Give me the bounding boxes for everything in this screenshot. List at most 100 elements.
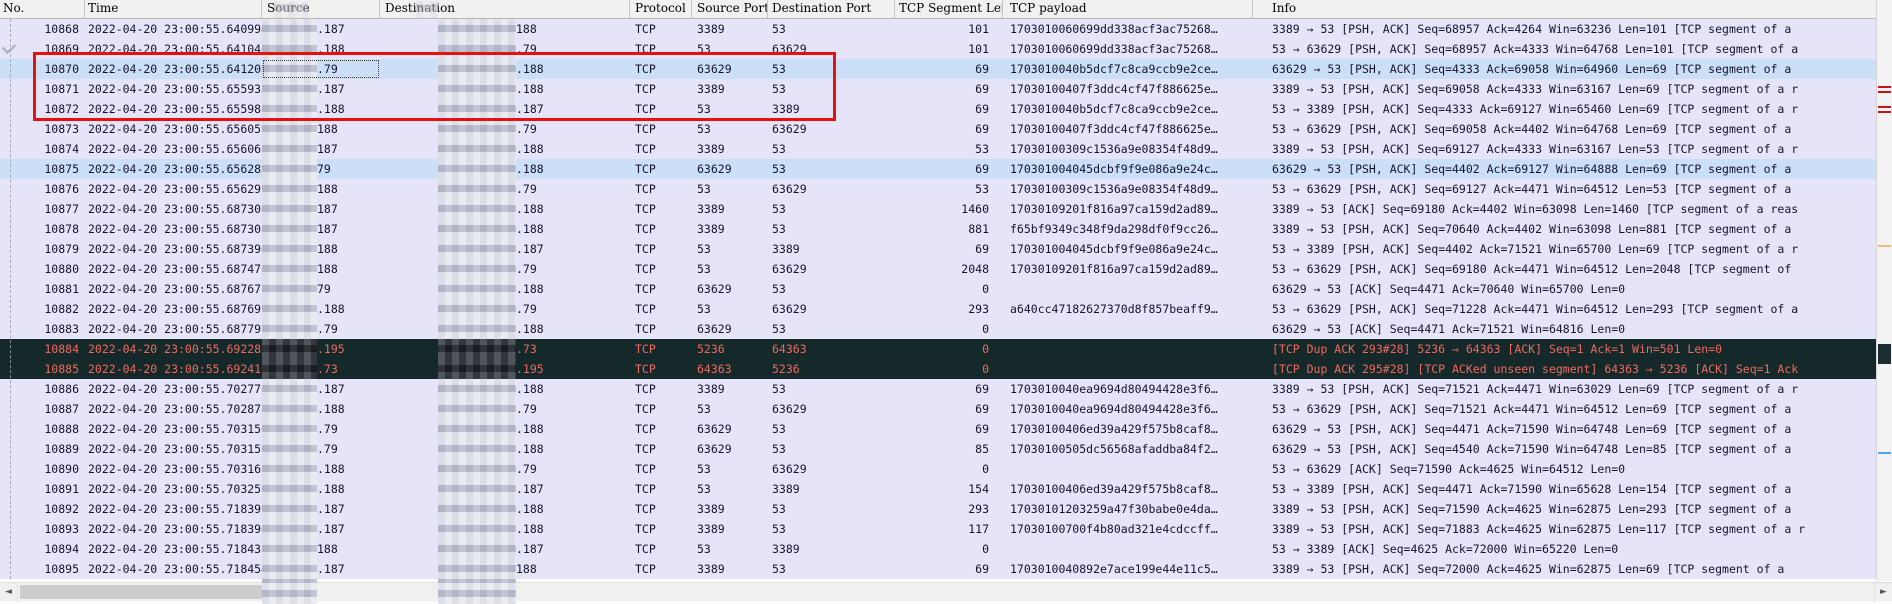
packet-protocol: TCP <box>630 479 692 499</box>
packet-source-cell: .79 <box>262 419 380 439</box>
source-ip-suffix: .79 <box>317 319 338 339</box>
packet-protocol: TCP <box>630 459 692 479</box>
redacted-source-ip <box>262 359 317 379</box>
column-header-sport[interactable]: Source Port <box>692 0 768 18</box>
column-header-dport[interactable]: Destination Port <box>768 0 895 18</box>
destination-ip-suffix: .188 <box>516 219 544 239</box>
packet-destination-port: 53 <box>768 319 895 339</box>
packet-source-cell: .188 <box>262 479 380 499</box>
packet-row[interactable]: 10879 2022-04-20 23:00:55.687396 188 .18… <box>0 239 1892 259</box>
packet-row[interactable]: 10882 2022-04-20 23:00:55.687692 .188 .7… <box>0 299 1892 319</box>
packet-destination-port: 63629 <box>768 299 895 319</box>
packet-row[interactable]: 10885 2022-04-20 23:00:55.692411 .73 .19… <box>0 359 1892 379</box>
packet-row[interactable]: 10893 2022-04-20 23:00:55.718396 .187 .1… <box>0 519 1892 539</box>
packet-destination-cell: .79 <box>380 259 630 279</box>
column-header-seglen[interactable]: TCP Segment Len <box>895 0 1003 18</box>
packet-row[interactable]: 10877 2022-04-20 23:00:55.687308 187 .18… <box>0 199 1892 219</box>
packet-destination-port: 53 <box>768 499 895 519</box>
redacted-destination-ip <box>438 119 516 139</box>
packet-row[interactable]: 10881 2022-04-20 23:00:55.687671 79 .188… <box>0 279 1892 299</box>
redacted-destination-ip <box>438 279 516 299</box>
packet-row[interactable]: 10875 2022-04-20 23:00:55.656282 79 .188… <box>0 159 1892 179</box>
packet-time: 2022-04-20 23:00:55.703150 <box>85 419 262 439</box>
packet-source-port: 3389 <box>692 379 768 399</box>
packet-time: 2022-04-20 23:00:55.656065 <box>85 139 262 159</box>
scroll-right-arrow-icon[interactable]: ► <box>1874 583 1892 602</box>
scroll-left-arrow-icon[interactable]: ◄ <box>0 583 18 602</box>
horizontal-scrollbar-thumb[interactable] <box>20 585 268 599</box>
packet-tcp-payload: 1703010040b5dcf7c8ca9ccb9e2ce… <box>1003 59 1253 79</box>
source-ip-suffix: .73 <box>317 359 338 379</box>
packet-row[interactable]: 10868 2022-04-20 23:00:55.640994 .187 18… <box>0 19 1892 39</box>
packet-row[interactable]: 10892 2022-04-20 23:00:55.718396 .187 .1… <box>0 499 1892 519</box>
column-header-info[interactable]: Info <box>1253 0 1892 18</box>
scrollbar-dark-rows-marker <box>1878 344 1891 364</box>
column-header-proto[interactable]: Protocol <box>630 0 692 18</box>
packet-row[interactable]: 10876 2022-04-20 23:00:55.656292 188 .79… <box>0 179 1892 199</box>
destination-ip-suffix: .188 <box>516 279 544 299</box>
packet-info: 3389 → 53 [ACK] Seq=69180 Ack=4402 Win=6… <box>1253 199 1798 219</box>
packet-protocol: TCP <box>630 439 692 459</box>
packet-info: 63629 → 53 [PSH, ACK] Seq=4402 Ack=69127… <box>1253 159 1791 179</box>
packet-source-port: 3389 <box>692 19 768 39</box>
packet-destination-cell: .79 <box>380 399 630 419</box>
packet-protocol: TCP <box>630 559 692 579</box>
packet-row[interactable]: 10887 2022-04-20 23:00:55.702878 .188 .7… <box>0 399 1892 419</box>
redacted-destination-ip <box>438 259 516 279</box>
column-header-time[interactable]: Time <box>85 0 262 18</box>
packet-info: 53 → 3389 [PSH, ACK] Seq=4333 Ack=69127 … <box>1253 99 1798 119</box>
packet-segment-length: 101 <box>895 19 1003 39</box>
packet-row[interactable]: 10884 2022-04-20 23:00:55.692283 .195 .7… <box>0 339 1892 359</box>
packet-segment-length: 69 <box>895 79 1003 99</box>
packet-source-port: 63629 <box>692 439 768 459</box>
scrollbar-bad-tcp-marker <box>1878 86 1891 88</box>
packet-source-port: 63629 <box>692 279 768 299</box>
redacted-source-ip <box>262 499 317 519</box>
packet-info: 63629 → 53 [ACK] Seq=4471 Ack=71521 Win=… <box>1253 319 1625 339</box>
packet-number: 10893 <box>0 519 85 539</box>
source-ip-suffix: 187 <box>317 219 338 239</box>
vertical-scrollbar[interactable] <box>1876 0 1892 581</box>
destination-ip-suffix: .188 <box>516 379 544 399</box>
column-header-payload[interactable]: TCP payload <box>1003 0 1253 18</box>
packet-row[interactable]: 10878 2022-04-20 23:00:55.687308 187 .18… <box>0 219 1892 239</box>
packet-time: 2022-04-20 23:00:55.703165 <box>85 459 262 479</box>
packet-row[interactable]: 10883 2022-04-20 23:00:55.687797 .79 .18… <box>0 319 1892 339</box>
packet-destination-port: 53 <box>768 559 895 579</box>
packet-row[interactable]: 10873 2022-04-20 23:00:55.656059 188 .79… <box>0 119 1892 139</box>
packet-destination-port: 53 <box>768 279 895 299</box>
packet-tcp-payload: 170301004045dcbf9f9e086a9e24c… <box>1003 239 1253 259</box>
packet-row[interactable]: 10891 2022-04-20 23:00:55.703250 .188 .1… <box>0 479 1892 499</box>
packet-info: 3389 → 53 [PSH, ACK] Seq=71590 Ack=4625 … <box>1253 499 1791 519</box>
packet-tcp-payload: 17030100309c1536a9e08354f48d9… <box>1003 179 1253 199</box>
packet-tcp-payload: 17030100407f3ddc4cf47f886625e… <box>1003 119 1253 139</box>
packet-source-port: 53 <box>692 459 768 479</box>
packet-row[interactable]: 10880 2022-04-20 23:00:55.687470 188 .79… <box>0 259 1892 279</box>
packet-info: 53 → 63629 [PSH, ACK] Seq=69180 Ack=4471… <box>1253 259 1791 279</box>
column-header-no[interactable]: No. <box>0 0 85 18</box>
packet-row[interactable]: 10894 2022-04-20 23:00:55.718435 188 .18… <box>0 539 1892 559</box>
packet-row[interactable]: 10895 2022-04-20 23:00:55.718454 .187 18… <box>0 559 1892 579</box>
packet-source-cell: 188 <box>262 239 380 259</box>
destination-ip-suffix: .79 <box>516 299 537 319</box>
packet-source-port: 53 <box>692 239 768 259</box>
packet-source-port: 53 <box>692 119 768 139</box>
wireshark-packet-list-pane: No.TimeSourceDestinationProtocolSource P… <box>0 0 1892 604</box>
redacted-destination-ip <box>438 519 516 539</box>
packet-row[interactable]: 10874 2022-04-20 23:00:55.656065 187 .18… <box>0 139 1892 159</box>
source-redaction-stripe-footer <box>262 579 317 604</box>
packet-info: 53 → 63629 [PSH, ACK] Seq=71228 Ack=4471… <box>1253 299 1798 319</box>
redacted-source-ip <box>262 219 317 239</box>
packet-time: 2022-04-20 23:00:55.656059 <box>85 119 262 139</box>
packet-row[interactable]: 10888 2022-04-20 23:00:55.703150 .79 .18… <box>0 419 1892 439</box>
packet-row[interactable]: 10890 2022-04-20 23:00:55.703165 .188 .7… <box>0 459 1892 479</box>
packet-tcp-payload: 1703010060699dd338acf3ac75268… <box>1003 39 1253 59</box>
packet-row[interactable]: 10889 2022-04-20 23:00:55.703150 .79 .18… <box>0 439 1892 459</box>
packet-row[interactable]: 10886 2022-04-20 23:00:55.702770 .187 .1… <box>0 379 1892 399</box>
packet-tcp-payload: 1703010040ea9694d80494428e3f6… <box>1003 379 1253 399</box>
packet-info: 3389 → 53 [PSH, ACK] Seq=71521 Ack=4471 … <box>1253 379 1798 399</box>
source-ip-suffix: .79 <box>317 439 338 459</box>
packet-segment-length: 53 <box>895 179 1003 199</box>
packet-info: 3389 → 53 [PSH, ACK] Seq=71883 Ack=4625 … <box>1253 519 1805 539</box>
packet-segment-length: 53 <box>895 139 1003 159</box>
